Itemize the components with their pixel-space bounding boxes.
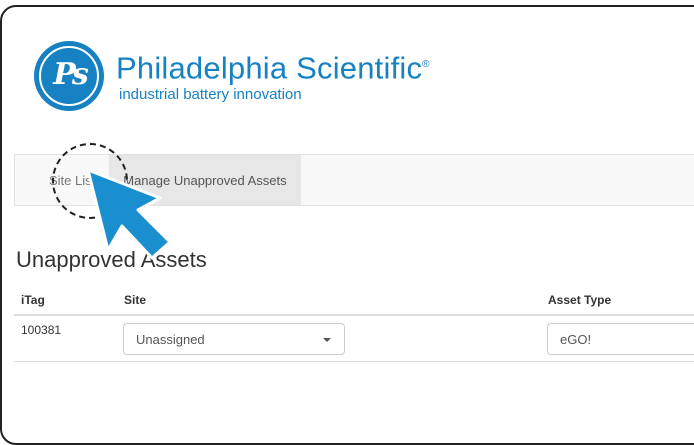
cell-itag: 100381 (21, 323, 62, 337)
table-header: iTag Site Asset Type (14, 287, 694, 316)
brand-name: Philadelphia Scientific® (116, 50, 430, 86)
assets-table: iTag Site Asset Type 100381 Unassigned e… (14, 287, 694, 362)
table-row: 100381 Unassigned eGO! (14, 316, 694, 362)
asset-type-field[interactable]: eGO! (547, 323, 694, 355)
header-itag: iTag (21, 293, 45, 307)
site-select-value: Unassigned (136, 331, 205, 347)
caret-down-icon (323, 338, 331, 342)
brand-tagline: industrial battery innovation (119, 85, 302, 103)
brand-text: Philadelphia Scientific® industrial batt… (116, 49, 430, 103)
asset-type-value: eGO! (560, 331, 592, 347)
header-site: Site (124, 293, 147, 307)
site-select[interactable]: Unassigned (123, 323, 345, 355)
cursor-arrow-icon (86, 168, 172, 260)
ps-monogram-icon: Ps (34, 41, 104, 111)
brand-logo[interactable]: Ps Philadelphia Scientific® industrial b… (34, 41, 430, 111)
header-asset-type: Asset Type (548, 293, 612, 307)
